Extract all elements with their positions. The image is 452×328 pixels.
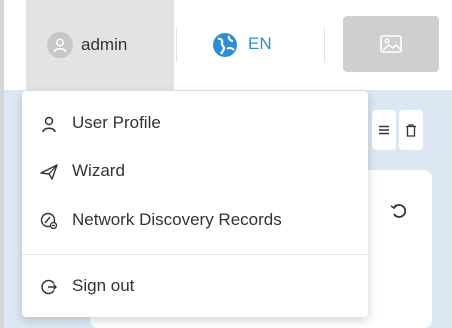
menu-item-label: User Profile bbox=[72, 113, 161, 132]
menu-item-label: Wizard bbox=[72, 161, 125, 180]
menu-item-label: Sign out bbox=[72, 276, 135, 295]
sign-out-icon bbox=[41, 279, 57, 295]
menu-item-label: Network Discovery Records bbox=[72, 210, 282, 229]
menu-item-wizard[interactable]: Wizard bbox=[22, 151, 368, 191]
image-icon bbox=[380, 35, 402, 53]
delete-button[interactable] bbox=[399, 110, 423, 150]
language-label: EN bbox=[248, 34, 272, 53]
menu-item-network-discovery[interactable]: Network Discovery Records bbox=[22, 200, 368, 240]
menu-item-user-profile[interactable]: User Profile bbox=[22, 103, 368, 143]
trash-icon bbox=[406, 123, 416, 137]
paper-plane-icon bbox=[40, 164, 58, 180]
header-divider bbox=[176, 28, 177, 62]
user-icon bbox=[53, 38, 67, 53]
user-icon bbox=[42, 116, 56, 133]
menu-divider bbox=[22, 254, 368, 255]
discovery-icon bbox=[40, 212, 58, 230]
language-selector[interactable]: EN bbox=[204, 28, 304, 62]
menu-item-sign-out[interactable]: Sign out bbox=[22, 266, 368, 306]
user-avatar bbox=[47, 32, 73, 58]
refresh-icon[interactable] bbox=[388, 200, 410, 222]
top-bar: admin EN bbox=[4, 0, 452, 90]
user-name: admin bbox=[81, 35, 128, 54]
user-dropdown-menu: User Profile Wizard Network Discovery Re… bbox=[22, 91, 368, 317]
user-menu-button[interactable]: admin bbox=[26, 0, 174, 90]
menu-toggle-button[interactable] bbox=[372, 110, 396, 150]
hamburger-icon bbox=[379, 125, 389, 135]
globe-icon bbox=[213, 33, 237, 57]
image-button[interactable] bbox=[343, 16, 439, 72]
header-divider bbox=[324, 28, 325, 62]
